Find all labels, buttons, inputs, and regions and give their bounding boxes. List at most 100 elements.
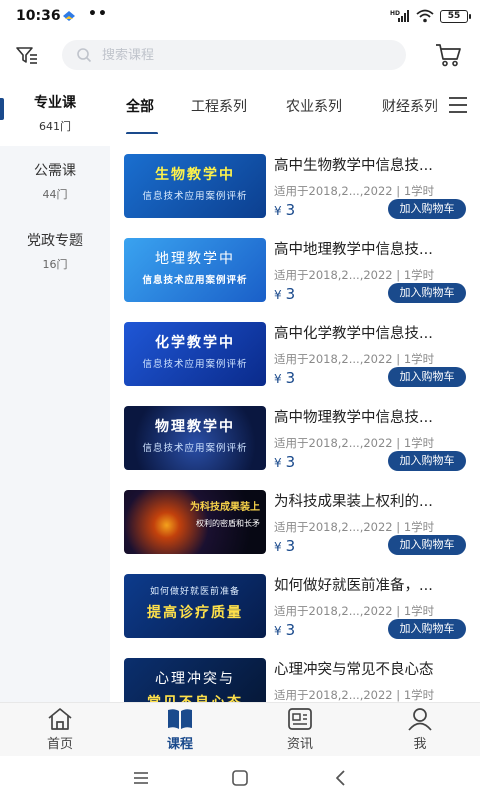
home-icon xyxy=(48,708,72,730)
course-meta: 适用于2018,2...,2022 | 1学时 xyxy=(274,436,435,450)
list-item[interactable]: 心理冲突与 常见不良心态 心理冲突与常见不良心态 适用于2018,2...,20… xyxy=(110,644,480,702)
course-thumbnail: 地理教学中 信息技术应用案例评析 xyxy=(124,238,266,302)
nav-label: 首页 xyxy=(46,737,73,752)
price-value: 3 xyxy=(285,453,296,471)
course-title: 如何做好就医前准备，... xyxy=(274,578,433,594)
thumbnail-subtitle: 权利的密盾和长矛 xyxy=(196,519,260,528)
network-label: HD xyxy=(390,10,400,17)
menu-icon[interactable] xyxy=(448,96,468,114)
course-price: ¥3 xyxy=(274,537,295,555)
currency-symbol: ¥ xyxy=(274,372,282,386)
sidebar-item-count: 641门 xyxy=(39,120,71,133)
nav-label: 我 xyxy=(413,737,427,752)
tab-agriculture[interactable]: 农业系列 xyxy=(286,96,342,116)
currency-symbol: ¥ xyxy=(274,456,282,470)
search-input[interactable] xyxy=(102,47,382,63)
cart-icon[interactable] xyxy=(434,42,462,68)
list-item[interactable]: 物理教学中 信息技术应用案例评析 高中物理教学中信息技... 适用于2018,2… xyxy=(110,392,480,476)
nav-news[interactable]: 资讯 xyxy=(240,707,360,755)
currency-symbol: ¥ xyxy=(274,204,282,218)
news-icon xyxy=(288,708,312,730)
currency-symbol: ¥ xyxy=(274,540,282,554)
course-price: ¥3 xyxy=(274,201,295,219)
course-title: 高中物理教学中信息技... xyxy=(274,410,433,426)
add-to-cart-button[interactable]: 加入购物车 xyxy=(388,367,466,387)
nav-me[interactable]: 我 xyxy=(360,707,480,755)
thumbnail-subtitle: 信息技术应用案例评析 xyxy=(142,359,248,370)
course-thumbnail: 物理教学中 信息技术应用案例评析 xyxy=(124,406,266,470)
thumbnail-title: 心理冲突与 xyxy=(155,671,235,687)
category-tabs: 全部 工程系列 农业系列 财经系列 xyxy=(110,82,480,134)
course-list: 生物教学中 信息技术应用案例评析 高中生物教学中信息技... 适用于2018,2… xyxy=(110,140,480,702)
course-price: ¥3 xyxy=(274,369,295,387)
course-meta: 适用于2018,2...,2022 | 1学时 xyxy=(274,604,435,618)
add-to-cart-button[interactable]: 加入购物车 xyxy=(388,451,466,471)
add-to-cart-button[interactable]: 加入购物车 xyxy=(388,535,466,555)
thumbnail-subtitle: 常见不良心态 xyxy=(124,692,266,702)
add-to-cart-button[interactable]: 加入购物车 xyxy=(388,199,466,219)
thumbnail-subtitle: 提高诊疗质量 xyxy=(147,605,243,621)
price-value: 3 xyxy=(285,537,296,555)
add-to-cart-button[interactable]: 加入购物车 xyxy=(388,619,466,639)
nav-home[interactable]: 首页 xyxy=(0,707,120,755)
list-item[interactable]: 化学教学中 信息技术应用案例评析 高中化学教学中信息技... 适用于2018,2… xyxy=(110,308,480,392)
signal-icon: HD xyxy=(390,10,409,22)
course-thumbnail: 心理冲突与 常见不良心态 xyxy=(124,658,266,702)
sidebar-item-professional[interactable]: 专业课 641门 xyxy=(0,80,110,146)
status-more-dots: •• xyxy=(88,6,108,22)
home-button-icon[interactable] xyxy=(230,768,250,788)
course-title: 为科技成果装上权利的... xyxy=(274,494,433,510)
course-meta: 适用于2018,2...,2022 | 1学时 xyxy=(274,688,435,702)
status-bar: 10:36 •• HD 55 xyxy=(0,0,480,32)
thumbnail-title: 地理教学中 xyxy=(155,251,235,267)
tab-all[interactable]: 全部 xyxy=(126,96,154,116)
book-icon xyxy=(168,709,192,729)
back-icon[interactable] xyxy=(331,768,351,788)
sidebar-item-count: 44门 xyxy=(42,188,68,201)
wifi-icon xyxy=(416,9,434,23)
course-price: ¥3 xyxy=(274,285,295,303)
list-item[interactable]: 为科技成果装上 权利的密盾和长矛 为科技成果装上权利的... 适用于2018,2… xyxy=(110,476,480,560)
currency-symbol: ¥ xyxy=(274,624,282,638)
search-icon xyxy=(77,48,92,63)
tab-engineering[interactable]: 工程系列 xyxy=(191,96,247,116)
thumbnail-title: 生物教学中 xyxy=(155,167,235,183)
nav-label: 资讯 xyxy=(286,737,313,752)
sidebar-item-party[interactable]: 党政专题 16门 xyxy=(0,216,110,286)
tab-finance[interactable]: 财经系列 xyxy=(382,96,438,116)
course-meta: 适用于2018,2...,2022 | 1学时 xyxy=(274,268,435,282)
price-value: 3 xyxy=(285,285,296,303)
thumbnail-subtitle: 信息技术应用案例评析 xyxy=(142,275,248,286)
system-nav-bar xyxy=(0,756,480,800)
currency-symbol: ¥ xyxy=(274,288,282,302)
nav-label: 课程 xyxy=(166,737,193,752)
course-thumbnail: 化学教学中 信息技术应用案例评析 xyxy=(124,322,266,386)
list-item[interactable]: 生物教学中 信息技术应用案例评析 高中生物教学中信息技... 适用于2018,2… xyxy=(110,140,480,224)
sidebar-item-public[interactable]: 公需课 44门 xyxy=(0,146,110,216)
course-meta: 适用于2018,2...,2022 | 1学时 xyxy=(274,184,435,198)
nav-courses[interactable]: 课程 xyxy=(120,707,240,755)
app-notification-icon xyxy=(63,11,75,21)
sidebar-item-label: 公需课 xyxy=(34,163,76,179)
recent-apps-icon[interactable] xyxy=(131,768,151,788)
bottom-nav: 首页 课程 资讯 我 xyxy=(0,702,480,756)
list-item[interactable]: 地理教学中 信息技术应用案例评析 高中地理教学中信息技... 适用于2018,2… xyxy=(110,224,480,308)
course-meta: 适用于2018,2...,2022 | 1学时 xyxy=(274,520,435,534)
course-thumbnail: 为科技成果装上 权利的密盾和长矛 xyxy=(124,490,266,554)
thumbnail-title: 物理教学中 xyxy=(155,419,235,435)
list-item[interactable]: 如何做好就医前准备 提高诊疗质量 如何做好就医前准备，... 适用于2018,2… xyxy=(110,560,480,644)
sidebar-item-label: 党政专题 xyxy=(27,233,83,249)
sidebar-item-label: 专业课 xyxy=(34,95,76,111)
filter-icon[interactable] xyxy=(14,42,40,68)
price-value: 3 xyxy=(285,369,296,387)
add-to-cart-button[interactable]: 加入购物车 xyxy=(388,283,466,303)
course-price: ¥3 xyxy=(274,621,295,639)
status-time: 10:36 xyxy=(16,8,61,24)
thumbnail-title: 如何做好就医前准备 xyxy=(149,587,240,597)
course-title: 心理冲突与常见不良心态 xyxy=(274,662,434,678)
thumbnail-subtitle: 信息技术应用案例评析 xyxy=(142,191,248,202)
search-bar[interactable] xyxy=(62,40,406,70)
user-icon xyxy=(408,708,432,731)
price-value: 3 xyxy=(285,621,296,639)
thumbnail-title: 为科技成果装上 xyxy=(190,502,260,513)
